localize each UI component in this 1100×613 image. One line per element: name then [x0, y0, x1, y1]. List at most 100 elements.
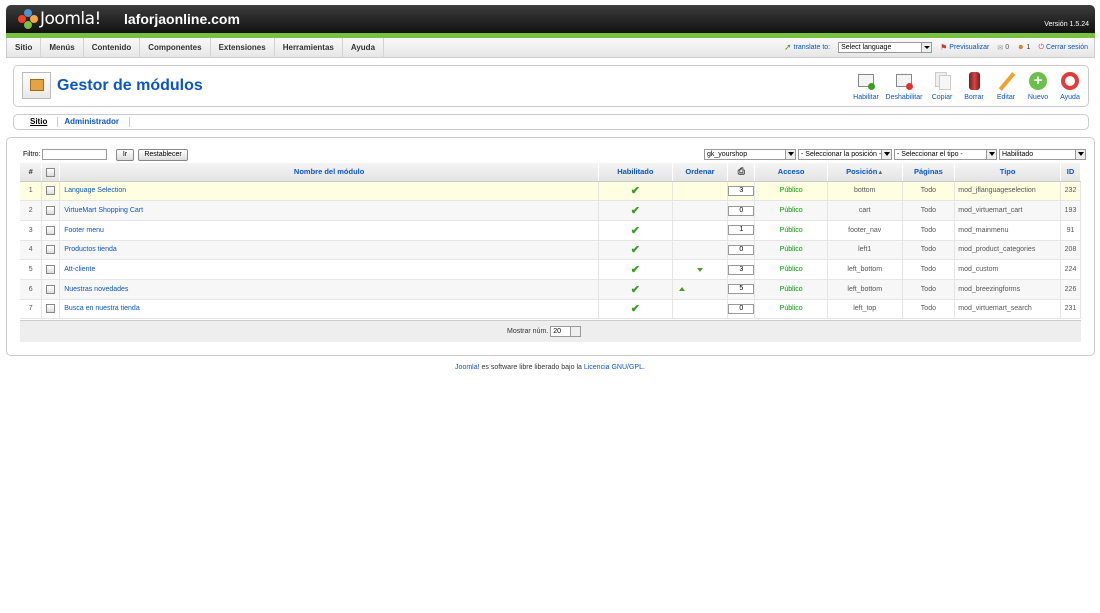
col-id[interactable]: ID: [1060, 163, 1081, 182]
save-order-icon[interactable]: ⎙: [738, 166, 745, 176]
menu-ayuda[interactable]: Ayuda: [343, 37, 385, 58]
order-input[interactable]: 3: [728, 264, 755, 275]
menu-extensiones[interactable]: Extensiones: [211, 37, 275, 58]
template-select-dropdown[interactable]: [785, 149, 796, 160]
menu-componentes[interactable]: Componentes: [140, 37, 211, 58]
enable-button[interactable]: Habilitar: [850, 71, 882, 101]
chevron-down-icon: [788, 152, 794, 159]
access-cell[interactable]: Público: [754, 299, 828, 320]
state-select-value: Habilitado: [1002, 151, 1034, 158]
position-cell: left_bottom: [827, 259, 903, 280]
module-name-link[interactable]: Language Selection: [64, 187, 126, 194]
module-name-link[interactable]: Att-cliente: [64, 266, 95, 273]
edit-button[interactable]: Editar: [990, 71, 1022, 101]
filter-input[interactable]: [42, 149, 107, 160]
credit-end: .: [642, 364, 645, 371]
tab-administrador[interactable]: Administrador: [58, 117, 131, 127]
col-pages[interactable]: Páginas: [902, 163, 956, 182]
show-count-select[interactable]: 20: [550, 326, 582, 337]
access-cell[interactable]: Público: [754, 200, 828, 221]
col-type[interactable]: Tipo: [954, 163, 1061, 182]
position-select[interactable]: - Seleccionar la posición -: [798, 149, 892, 160]
row-checkbox[interactable]: [46, 186, 56, 196]
order-input[interactable]: 1: [728, 225, 755, 236]
new-button[interactable]: + Nuevo: [1022, 71, 1054, 101]
type-select-dropdown[interactable]: [986, 149, 997, 160]
preview-link[interactable]: ⚑ Previsualizar: [940, 43, 989, 52]
row-checkbox[interactable]: [46, 245, 56, 255]
module-name-link[interactable]: VirtueMart Shopping Cart: [64, 207, 143, 214]
check-icon[interactable]: ✔: [631, 225, 640, 237]
check-icon[interactable]: ✔: [631, 284, 640, 296]
joomla-link[interactable]: Joomla!: [455, 364, 480, 371]
help-button[interactable]: Ayuda: [1054, 71, 1086, 101]
check-icon[interactable]: ✔: [631, 205, 640, 217]
order-input[interactable]: 3: [728, 185, 755, 196]
move-down-icon[interactable]: [697, 267, 703, 275]
state-select[interactable]: Habilitado: [999, 149, 1086, 160]
access-cell[interactable]: Público: [754, 240, 828, 261]
select-all-checkbox[interactable]: [46, 167, 56, 177]
users-link[interactable]: ☻ 1: [1017, 44, 1030, 51]
delete-button[interactable]: Borrar: [958, 71, 990, 101]
version-label: Versión 1.5.24: [1044, 21, 1089, 28]
table-row: 3 Footer menu ✔ 1 Público footer_nav Tod…: [20, 220, 1081, 241]
access-cell[interactable]: Público: [754, 220, 828, 241]
row-checkbox[interactable]: [46, 304, 56, 314]
access-cell[interactable]: Público: [754, 279, 828, 300]
order-input[interactable]: 0: [728, 244, 755, 255]
menu-contenido[interactable]: Contenido: [84, 37, 141, 58]
check-icon[interactable]: ✔: [631, 185, 640, 197]
enable-label: Habilitar: [853, 94, 879, 101]
state-select-dropdown[interactable]: [1075, 149, 1086, 160]
check-icon[interactable]: ✔: [631, 303, 640, 315]
order-input[interactable]: 0: [728, 303, 755, 314]
order-arrows-cell: [672, 240, 729, 261]
row-checkbox-cell: [41, 200, 61, 221]
template-select[interactable]: gk_yourshop: [704, 149, 796, 160]
menu-menus[interactable]: Menús: [41, 37, 84, 58]
type-select[interactable]: - Seleccionar el tipo -: [894, 149, 997, 160]
messages-link[interactable]: ✉ 0: [997, 44, 1009, 52]
go-button[interactable]: Ir: [116, 149, 134, 161]
language-select[interactable]: Select language: [838, 42, 933, 53]
check-icon[interactable]: ✔: [631, 264, 640, 276]
access-cell[interactable]: Público: [754, 259, 828, 280]
reset-button[interactable]: Restablecer: [138, 149, 188, 161]
tab-sitio[interactable]: Sitio: [24, 117, 59, 127]
menu-herramientas[interactable]: Herramientas: [275, 37, 343, 58]
table-row: 7 Busca en nuestra tienda ✔ 0 Público le…: [20, 299, 1081, 320]
row-checkbox[interactable]: [46, 284, 56, 294]
module-name-cell: Language Selection: [59, 181, 600, 202]
save-order-cell: ⎙: [727, 163, 756, 182]
copy-button[interactable]: Copiar: [926, 71, 958, 101]
module-name-link[interactable]: Busca en nuestra tienda: [64, 305, 140, 312]
check-icon[interactable]: ✔: [631, 244, 640, 256]
row-checkbox[interactable]: [46, 265, 56, 275]
row-checkbox[interactable]: [46, 225, 56, 235]
pages-cell: Todo: [902, 181, 956, 202]
module-name-link[interactable]: Productos tienda: [64, 246, 117, 253]
position-select-dropdown[interactable]: [881, 149, 892, 160]
pages-cell: Todo: [902, 279, 956, 300]
order-input[interactable]: 5: [728, 284, 755, 295]
col-enabled[interactable]: Habilitado: [598, 163, 673, 182]
menu-sitio[interactable]: Sitio: [7, 37, 42, 58]
col-order[interactable]: Ordenar: [672, 163, 729, 182]
filter-row: Filtro: Ir Restablecer gk_yourshop - Sel…: [23, 149, 1089, 161]
access-cell[interactable]: Público: [754, 181, 828, 202]
row-checkbox[interactable]: [46, 206, 56, 216]
col-access[interactable]: Acceso: [754, 163, 828, 182]
row-number: 6: [20, 279, 43, 300]
col-position[interactable]: Posición▲: [827, 163, 903, 182]
logout-link[interactable]: ⏻ Cerrar sesión: [1038, 44, 1088, 52]
license-link[interactable]: Licencia GNU/GPL: [584, 364, 643, 371]
order-cell: 0: [727, 299, 756, 320]
order-input[interactable]: 0: [728, 205, 755, 216]
move-up-icon[interactable]: [678, 284, 685, 292]
disable-button[interactable]: Deshabilitar: [882, 71, 926, 101]
module-name-link[interactable]: Nuestras novedades: [64, 286, 128, 293]
col-name[interactable]: Nombre del módulo: [59, 163, 600, 182]
module-name-link[interactable]: Footer menu: [64, 227, 104, 234]
position-cell: left_bottom: [827, 279, 903, 300]
